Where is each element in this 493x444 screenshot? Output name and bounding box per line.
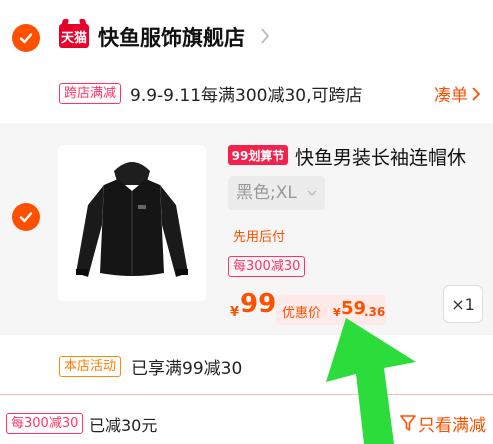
hooded-jacket-image bbox=[58, 145, 206, 301]
price-currency: ¥ bbox=[230, 305, 240, 320]
divider bbox=[0, 394, 493, 395]
discount-summary-bar: 每300减30 已减30元 只看满减 bbox=[0, 396, 493, 444]
cross-store-promo-tag: 跨店满减 bbox=[59, 83, 122, 104]
sku-label: 黑色;XL bbox=[236, 183, 297, 203]
chevron-right-icon[interactable] bbox=[258, 26, 272, 46]
cart-item: 99划算节 快鱼男装长袖连帽休 黑色;XL 先用后付 每300减30 ¥ 99 … bbox=[0, 123, 493, 335]
filter-only-discount-button[interactable]: 只看满减 bbox=[418, 411, 486, 436]
coupon-tag: 每300减30 bbox=[228, 256, 306, 277]
store-name-link[interactable]: 快鱼服饰旗舰店 bbox=[98, 22, 245, 52]
discount-price-decimal: .36 bbox=[364, 305, 386, 319]
store-activity-text: 已享满99减30 bbox=[131, 359, 243, 379]
discount-price-currency: ¥ bbox=[333, 306, 341, 319]
discount-amount-text: 已减30元 bbox=[89, 416, 158, 435]
store-header: 天猫 快鱼服饰旗舰店 bbox=[0, 0, 493, 76]
product-image[interactable] bbox=[58, 145, 206, 301]
store-checkbox[interactable] bbox=[12, 24, 40, 52]
product-title[interactable]: 快鱼男装长袖连帽休 bbox=[295, 143, 466, 170]
chevron-down-icon bbox=[307, 190, 317, 197]
discount-price-label: 优惠价 bbox=[282, 306, 322, 321]
discount-tag: 每300减30 bbox=[6, 413, 84, 434]
discount-price-pill: 优惠价 ¥ 59 .36 bbox=[276, 295, 386, 325]
check-icon bbox=[19, 33, 33, 44]
filter-icon[interactable] bbox=[400, 414, 416, 432]
product-price: 99 bbox=[240, 289, 277, 319]
sku-selector[interactable]: 黑色;XL bbox=[228, 176, 325, 210]
cross-store-promo: 跨店满减 9.9-9.11每满300减30,可跨店 凑单 bbox=[0, 76, 493, 116]
promo-event-badge: 99划算节 bbox=[228, 145, 288, 165]
cross-store-promo-text: 9.9-9.11每满300减30,可跨店 bbox=[130, 86, 363, 106]
store-activity: 本店活动 已享满99减30 bbox=[0, 340, 493, 390]
store-activity-tag: 本店活动 bbox=[59, 356, 122, 377]
chevron-right-icon[interactable] bbox=[471, 86, 481, 102]
tmall-logo: 天猫 bbox=[59, 24, 89, 48]
check-icon bbox=[19, 212, 33, 223]
add-on-link[interactable]: 凑单 bbox=[434, 81, 468, 106]
pay-later-label: 先用后付 bbox=[233, 230, 286, 245]
discount-price-integer: 59 bbox=[341, 298, 367, 319]
item-checkbox[interactable] bbox=[12, 203, 40, 231]
quantity-button[interactable]: ×1 bbox=[443, 285, 483, 323]
